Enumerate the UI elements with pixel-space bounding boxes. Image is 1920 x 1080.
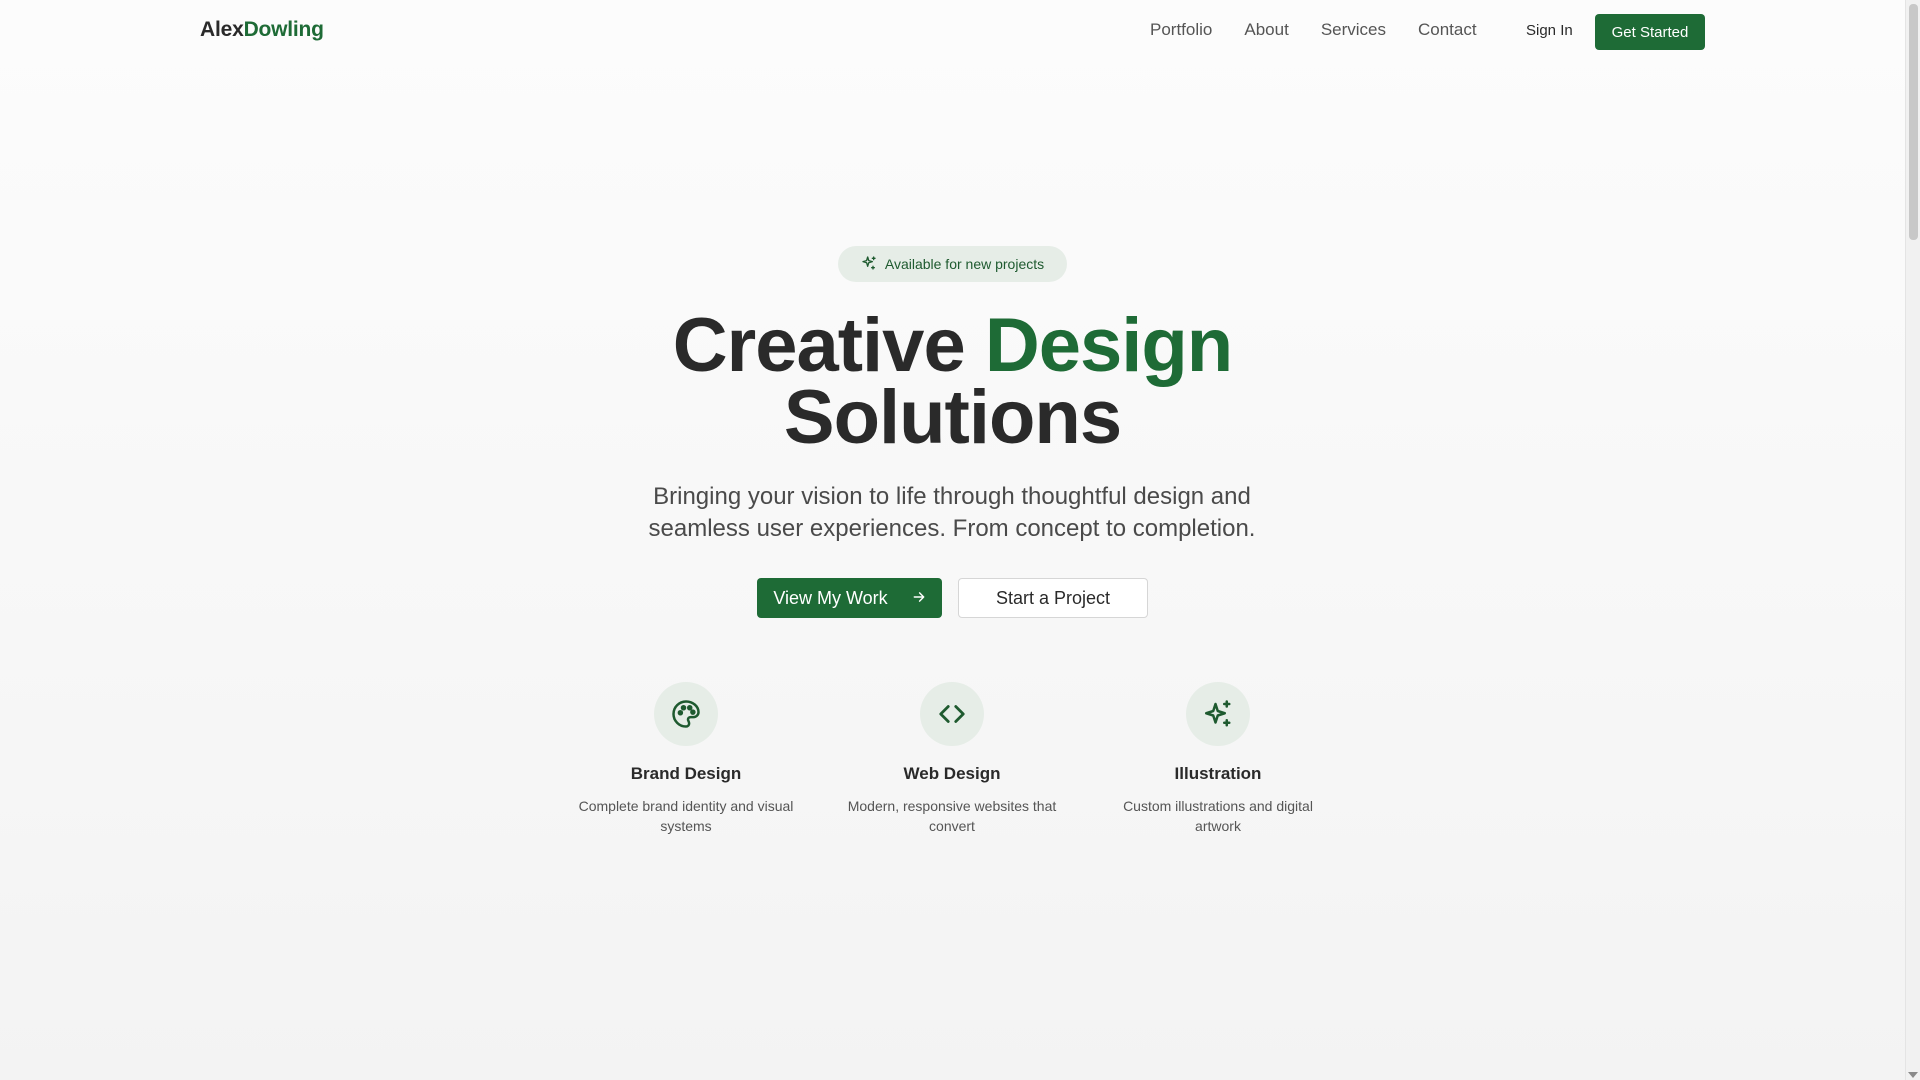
- arrow-right-icon: [912, 588, 926, 609]
- feature-title: Brand Design: [630, 764, 742, 783]
- feature-description: Modern, responsive websites that convert: [832, 796, 1072, 836]
- page: AlexDowling Portfolio About Services Con…: [0, 0, 1905, 1080]
- scroll-down-arrow-icon[interactable]: [1908, 1072, 1918, 1078]
- palette-icon: [654, 682, 718, 746]
- badge-label: Available for new projects: [884, 256, 1045, 272]
- sparkles-icon: [861, 255, 877, 274]
- main-nav: Portfolio About Services Contact: [1150, 20, 1477, 40]
- hero-subtitle: Bringing your vision to life through tho…: [602, 481, 1302, 545]
- feature-illustration: Illustration Custom illustrations and di…: [1098, 682, 1338, 836]
- availability-badge: Available for new projects: [838, 246, 1067, 282]
- nav-item-services[interactable]: Services: [1321, 20, 1386, 40]
- view-my-work-button[interactable]: View My Work: [757, 578, 942, 618]
- subtitle-line-1: Bringing your vision to life through tho…: [653, 483, 1251, 510]
- logo[interactable]: AlexDowling: [200, 18, 324, 42]
- subtitle-line-2: seamless user experiences. From concept …: [648, 515, 1256, 542]
- feature-title: Illustration: [1174, 764, 1262, 783]
- logo-first: Alex: [200, 18, 244, 41]
- site-header: AlexDowling Portfolio About Services Con…: [0, 0, 1905, 64]
- feature-desc-line-2: convert: [929, 818, 975, 834]
- feature-web-design: Web Design Modern, responsive websites t…: [832, 682, 1072, 836]
- view-my-work-label: View My Work: [773, 587, 888, 608]
- feature-description: Custom illustrations and digital artwork: [1098, 796, 1338, 836]
- get-started-button[interactable]: Get Started: [1595, 14, 1705, 50]
- feature-description: Complete brand identity and visual syste…: [566, 796, 806, 836]
- nav-item-about[interactable]: About: [1244, 20, 1288, 40]
- feature-desc-line-2: systems: [660, 818, 712, 834]
- hero-headline: Creative Design Solutions: [0, 308, 1905, 460]
- logo-second: Dowling: [243, 18, 324, 41]
- nav-item-portfolio[interactable]: Portfolio: [1150, 20, 1212, 40]
- start-project-button[interactable]: Start a Project: [958, 578, 1148, 618]
- feature-desc-line-1: Custom illustrations and digital: [1123, 798, 1313, 814]
- vertical-scrollbar[interactable]: [1905, 0, 1920, 1080]
- sparkles-icon: [1186, 682, 1250, 746]
- feature-desc-line-1: Modern, responsive websites that: [847, 798, 1057, 814]
- feature-brand-design: Brand Design Complete brand identity and…: [566, 682, 806, 836]
- headline-line-1: Creative Design: [0, 308, 1905, 384]
- feature-desc-line-1: Complete brand identity and visual: [578, 798, 794, 814]
- feature-desc-line-2: artwork: [1195, 818, 1241, 834]
- code-icon: [920, 682, 984, 746]
- nav-item-contact[interactable]: Contact: [1418, 20, 1477, 40]
- scrollbar-thumb[interactable]: [1909, 4, 1918, 240]
- feature-title: Web Design: [903, 764, 1001, 783]
- sign-in-link[interactable]: Sign In: [1526, 22, 1573, 39]
- headline-part2: Solutions: [783, 375, 1122, 460]
